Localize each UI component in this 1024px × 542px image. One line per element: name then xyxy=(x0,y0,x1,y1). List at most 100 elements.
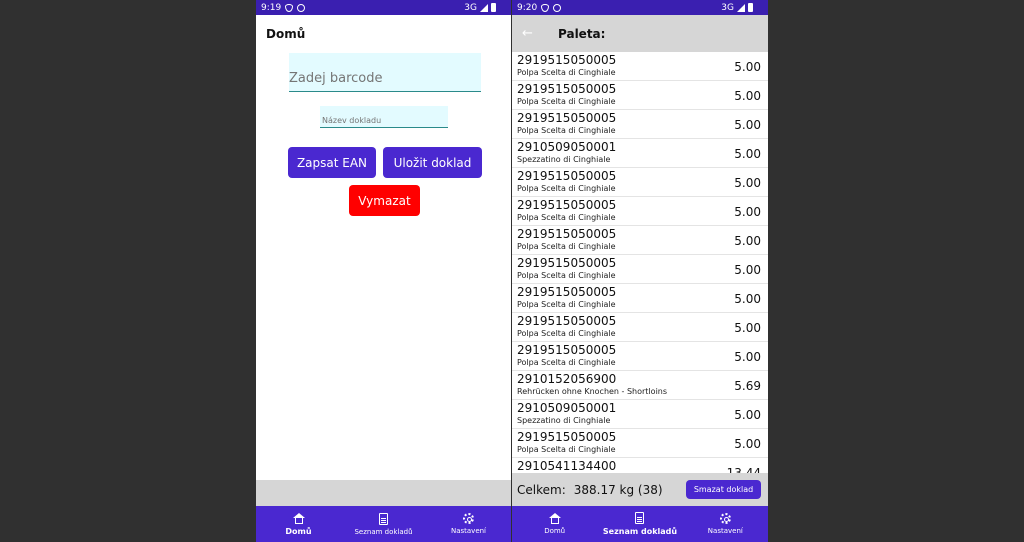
network-type: 3G xyxy=(721,2,734,13)
nav-document-list[interactable]: Seznam dokladů xyxy=(341,506,426,542)
nav-settings[interactable]: Nastavení xyxy=(683,506,768,542)
item-value: 13.44 xyxy=(726,466,761,473)
signal-icon xyxy=(480,3,488,12)
barcode-input[interactable] xyxy=(289,53,481,92)
delete-document-button[interactable]: Smazat doklad xyxy=(686,480,761,499)
item-value: 5.00 xyxy=(734,147,761,161)
list-item[interactable]: 2919515050005 Polpa Scelta di Cinghiale 5.… xyxy=(512,255,768,284)
battery-icon xyxy=(748,3,753,12)
item-name: Polpa Scelta di Cinghiale xyxy=(517,242,616,251)
nav-label: Domů xyxy=(544,527,566,535)
document-name-input[interactable] xyxy=(320,106,448,128)
item-name: Polpa Scelta di Cinghiale xyxy=(517,68,616,77)
item-name: Polpa Scelta di Cinghiale xyxy=(517,329,616,338)
item-value: 5.00 xyxy=(734,89,761,103)
item-code: 2919515050005 xyxy=(517,285,617,299)
item-code: 2919515050005 xyxy=(517,430,617,444)
item-code: 2910509050001 xyxy=(517,140,617,154)
page-title: Domů xyxy=(266,27,306,41)
list-item[interactable]: 2910541134400 13.44 xyxy=(512,458,768,473)
list-item[interactable]: 2919515050005 Polpa Scelta di Cinghiale 5.… xyxy=(512,81,768,110)
pallet-screen: 9:20 3G ← Paleta: 2919515050005 Polpa Sce… xyxy=(512,0,768,542)
item-value: 5.00 xyxy=(734,263,761,277)
item-value: 5.00 xyxy=(734,60,761,74)
item-code: 2919515050005 xyxy=(517,256,617,270)
nav-label: Nastavení xyxy=(450,527,487,535)
network-type: 3G xyxy=(464,2,477,13)
bottom-navigation: Domů Seznam dokladů Nastavení xyxy=(256,506,511,542)
item-value: 5.00 xyxy=(734,205,761,219)
total-label: Celkem: xyxy=(517,482,566,497)
notification-icon xyxy=(297,3,306,12)
shield-icon xyxy=(285,3,294,12)
item-code: 2919515050005 xyxy=(517,343,617,357)
item-value: 5.69 xyxy=(734,379,761,393)
item-value: 5.00 xyxy=(734,350,761,364)
item-code: 2919515050005 xyxy=(517,111,617,125)
nav-document-list[interactable]: Seznam dokladů xyxy=(597,506,682,542)
list-item[interactable]: 2910509050001 Spezzatino di Cinghiale 5.00 xyxy=(512,139,768,168)
home-icon xyxy=(548,513,561,524)
item-code: 2919515050005 xyxy=(517,82,617,96)
status-bar: 9:20 3G xyxy=(512,0,768,15)
item-code: 2910152056900 xyxy=(517,372,617,386)
clear-button[interactable]: Vymazat xyxy=(349,185,420,216)
list-item[interactable]: 2919515050005 Polpa Scelta di Cinghiale 5.… xyxy=(512,168,768,197)
item-name: Polpa Scelta di Cinghiale xyxy=(517,271,616,280)
bottom-navigation: Domů Seznam dokladů Nastavení xyxy=(512,506,768,542)
item-value: 5.00 xyxy=(734,321,761,335)
item-name: Polpa Scelta di Cinghiale xyxy=(517,358,616,367)
item-value: 5.00 xyxy=(734,118,761,132)
nav-label: Seznam dokladů xyxy=(354,527,413,536)
document-icon xyxy=(379,512,388,525)
bottom-panel xyxy=(256,480,511,506)
item-name: Polpa Scelta di Cinghiale xyxy=(517,97,616,106)
shield-icon xyxy=(541,3,550,12)
item-name: Polpa Scelta di Cinghiale xyxy=(517,184,616,193)
list-item[interactable]: 2919515050005 Polpa Scelta di Cinghiale 5.… xyxy=(512,197,768,226)
item-code: 2910541134400 xyxy=(517,459,617,473)
item-code: 2919515050005 xyxy=(517,227,617,241)
list-item[interactable]: 2910509050001 Spezzatino di Cinghiale 5.00 xyxy=(512,400,768,429)
status-time: 9:19 xyxy=(261,2,282,13)
list-item[interactable]: 2919515050005 Polpa Scelta di Cinghiale 5.… xyxy=(512,313,768,342)
nav-label: Nastavení xyxy=(707,527,743,535)
item-name: Polpa Scelta di Cinghiale xyxy=(517,445,616,454)
item-code: 2919515050005 xyxy=(517,53,617,67)
nav-home[interactable]: Domů xyxy=(256,506,341,542)
item-list[interactable]: 2919515050005 Polpa Scelta di Cinghiale 5.… xyxy=(512,52,768,473)
item-value: 5.00 xyxy=(734,292,761,306)
list-item[interactable]: 2919515050005 Polpa Scelta di Cinghiale 5.… xyxy=(512,342,768,371)
item-code: 2910509050001 xyxy=(517,401,617,415)
list-item[interactable]: 2919515050005 Polpa Scelta di Cinghiale 5.… xyxy=(512,429,768,458)
list-item[interactable]: 2910152056900 Rehrücken ohne Knochen - Sh… xyxy=(512,371,768,400)
home-icon xyxy=(292,512,305,524)
list-item[interactable]: 2919515050005 Polpa Scelta di Cinghiale 5.… xyxy=(512,52,768,81)
gear-icon xyxy=(463,513,474,524)
total-footer: Celkem: 388.17 kg (38) Smazat doklad xyxy=(512,473,768,506)
home-screen: 9:19 3G Domů Zapsat EAN Uložit doklad Vy… xyxy=(256,0,511,542)
page-title: Paleta: xyxy=(558,26,606,41)
item-name: Polpa Scelta di Cinghiale xyxy=(517,126,616,135)
nav-home[interactable]: Domů xyxy=(512,506,597,542)
item-value: 5.00 xyxy=(734,437,761,451)
list-item[interactable]: 2919515050005 Polpa Scelta di Cinghiale 5.… xyxy=(512,284,768,313)
write-ean-button[interactable]: Zapsat EAN xyxy=(288,147,376,178)
status-time: 9:20 xyxy=(517,2,538,13)
item-name: Polpa Scelta di Cinghiale xyxy=(517,300,616,309)
item-code: 2919515050005 xyxy=(517,198,617,212)
list-item[interactable]: 2919515050005 Polpa Scelta di Cinghiale 5.… xyxy=(512,226,768,255)
item-name: Rehrücken ohne Knochen - Shortloins xyxy=(517,387,668,396)
save-document-button[interactable]: Uložit doklad xyxy=(383,147,482,178)
item-code: 2919515050005 xyxy=(517,314,617,328)
app-bar: ← Paleta: xyxy=(512,15,768,52)
item-name: Polpa Scelta di Cinghiale xyxy=(517,213,616,222)
total-value: 388.17 kg (38) xyxy=(573,482,663,497)
item-value: 5.00 xyxy=(734,234,761,248)
nav-label: Seznam dokladů xyxy=(602,527,678,536)
document-icon xyxy=(635,512,645,524)
nav-settings[interactable]: Nastavení xyxy=(426,506,511,542)
signal-icon xyxy=(737,3,745,12)
back-arrow-icon[interactable]: ← xyxy=(522,26,548,41)
list-item[interactable]: 2919515050005 Polpa Scelta di Cinghiale 5.… xyxy=(512,110,768,139)
